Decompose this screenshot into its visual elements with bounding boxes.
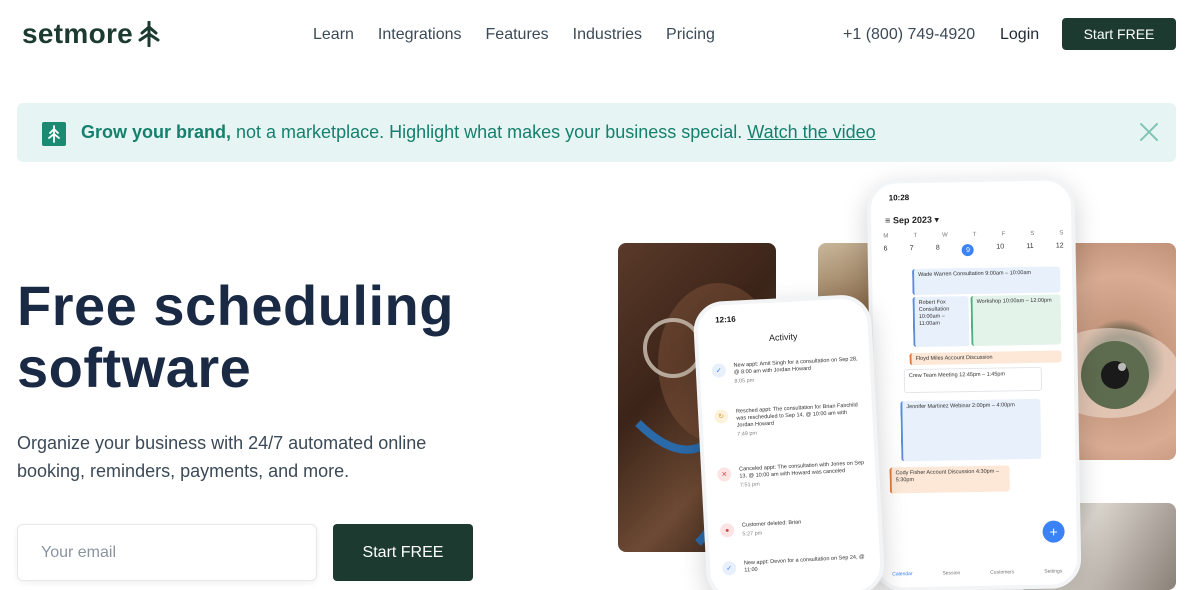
weekday: S	[1059, 230, 1064, 237]
calendar-event[interactable]: Jennifer Martinez Webinar 2:00pm – 4:00p…	[900, 398, 1042, 462]
phone-number[interactable]: +1 (800) 749-4920	[843, 26, 975, 44]
weekday: W	[942, 232, 948, 239]
calendar-dates: 6 7 8 9 10 11 12	[884, 242, 1064, 257]
activity-item[interactable]: ● Customer deleted: Brian 5:27 pm	[719, 516, 871, 540]
watch-video-link[interactable]: Watch the video	[747, 122, 875, 142]
banner-message: Grow your brand, not a marketplace. High…	[81, 122, 876, 143]
nav-links: Learn Integrations Features Industries P…	[313, 26, 715, 44]
tab-session[interactable]: Session	[942, 570, 960, 576]
setmore-logo[interactable]: setmore	[22, 18, 161, 50]
add-appointment-button[interactable]: +	[1042, 520, 1065, 543]
tab-settings[interactable]: Settings	[1044, 568, 1062, 574]
tree-icon	[42, 122, 66, 146]
date[interactable]: 6	[884, 245, 888, 257]
reschedule-icon: ↻	[713, 409, 729, 424]
top-nav: setmore Learn Integrations Features Indu…	[0, 0, 1188, 70]
cancel-icon: ✕	[716, 467, 732, 482]
calendar-event[interactable]: Cody Fisher Account Discussion 4:30pm – …	[889, 465, 1010, 494]
logo-text: setmore	[22, 18, 134, 49]
calendar-phone-time: 10:28	[888, 193, 910, 203]
nav-start-free-button[interactable]: Start FREE	[1062, 18, 1176, 50]
activity-item[interactable]: ✕ Canceled appt: The consultation with J…	[716, 460, 868, 491]
user-icon: ●	[719, 522, 735, 538]
calendar-event[interactable]: Crew Team Meeting 12:45pm – 1:45pm	[903, 366, 1043, 394]
activity-title: Activity	[768, 331, 798, 343]
hero-start-free-button[interactable]: Start FREE	[333, 524, 473, 581]
weekday: S	[1030, 230, 1035, 237]
nav-link-industries[interactable]: Industries	[573, 26, 642, 44]
promo-banner: Grow your brand, not a marketplace. High…	[17, 103, 1176, 162]
calendar-event[interactable]: Workshop 10:00am – 12:00pm	[970, 294, 1062, 347]
selected-date[interactable]: 9	[961, 243, 975, 257]
calendar-event[interactable]: Floyd Miles Account Discussion	[909, 350, 1062, 366]
tab-calendar[interactable]: Calendar	[892, 571, 912, 577]
nav-link-features[interactable]: Features	[486, 26, 549, 44]
hero-subtitle: Organize your business with 24/7 automat…	[17, 433, 427, 481]
hero-title: Free scheduling software	[17, 275, 477, 399]
activity-item[interactable]: ✓ New appt: Devon for a consultation on …	[721, 554, 873, 576]
banner-bold-text: Grow your brand,	[81, 122, 232, 142]
calendar-event[interactable]: Robert Fox Consultation 10:00am – 11:00a…	[912, 296, 970, 348]
activity-text: New appt: Devon for a consultation on Se…	[743, 554, 865, 574]
calendar-weekdays: M T W T F S S	[883, 230, 1063, 239]
nav-link-integrations[interactable]: Integrations	[378, 26, 462, 44]
check-icon: ✓	[711, 363, 727, 378]
tree-logo-icon	[138, 21, 160, 47]
date[interactable]: 8	[936, 245, 940, 257]
hero-title-line-1: Free scheduling	[17, 274, 454, 337]
email-input[interactable]	[17, 524, 317, 581]
hero-title-line-2: software	[17, 336, 252, 399]
activity-item[interactable]: ✓ New appt: Amit Singh for a consultatio…	[711, 356, 862, 387]
date[interactable]: 12	[1056, 242, 1064, 254]
activity-phone-time: 12:16	[714, 314, 736, 325]
banner-body-text: not a marketplace. Highlight what makes …	[231, 122, 748, 142]
weekday: M	[883, 233, 889, 240]
weekday: T	[972, 231, 977, 238]
phone-calendar-mockup: 10:28 ≡ Sep 2023 ▾ M T W T F S S 6 7 8 9…	[866, 176, 1082, 590]
date[interactable]: 7	[910, 245, 914, 257]
date[interactable]: 10	[996, 243, 1004, 255]
date[interactable]: 11	[1026, 243, 1033, 255]
calendar-month-label: Sep 2023	[892, 214, 933, 226]
weekday: F	[1001, 231, 1006, 238]
phone-activity-mockup: 12:16 Activity ✓ New appt: Amit Singh fo…	[692, 293, 886, 590]
calendar-event[interactable]: Wade Warren Consultation 9:00am – 10:00a…	[911, 266, 1061, 296]
nav-link-learn[interactable]: Learn	[313, 26, 354, 44]
close-icon[interactable]	[1138, 121, 1160, 143]
check-icon: ✓	[721, 560, 737, 576]
nav-link-pricing[interactable]: Pricing	[666, 26, 715, 44]
activity-item[interactable]: ↻ Resched appt: The consultation for Bri…	[713, 402, 865, 440]
login-link[interactable]: Login	[1000, 26, 1039, 44]
tab-customers[interactable]: Customers	[990, 569, 1014, 575]
weekday: T	[913, 232, 918, 240]
calendar-tab-bar: Calendar Session Customers Settings	[877, 568, 1077, 577]
calendar-month: ≡ Sep 2023 ▾	[885, 214, 940, 226]
